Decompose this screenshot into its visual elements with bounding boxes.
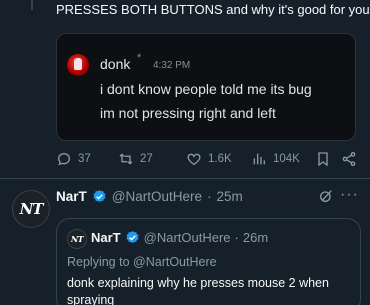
share-icon [342,152,356,166]
heart-icon [187,153,201,166]
quoted-tweet[interactable]: NT NarT @NartOutHere · 26m Replying to @… [56,218,361,305]
quoted-tweet-text: donk explaining why he presses mouse 2 w… [67,275,352,305]
replying-to: Replying to @NartOutHere [67,255,217,269]
avatar-text: NT [70,234,84,244]
replying-prefix: Replying to [67,255,130,269]
avatar-text: NT [19,200,44,218]
display-name[interactable]: NarT [56,189,87,204]
thread-connector [31,0,33,10]
analytics-icon [253,153,265,165]
retweet-icon [119,153,133,165]
quoted-tweet-header: NarT @NartOutHere · 26m [91,230,268,245]
retweet-button[interactable]: 27 [118,149,153,169]
tweet-age[interactable]: 25m [217,189,243,204]
discord-message-line: i dont know people told me its bug [100,81,312,97]
reply-icon [57,152,71,166]
verified-badge-icon [126,230,139,244]
tweet-divider [0,178,370,179]
display-name: NarT [91,230,121,245]
user-handle[interactable]: @NartOutHere [112,189,202,204]
tweet-actions: 37 27 1.6K 104K [56,149,366,169]
discord-message-line: im not pressing right and left [100,105,276,121]
quoted-text-line: spraying [67,293,115,305]
quoted-text-line: donk explaining why he presses mouse 2 w… [67,276,329,290]
separator-dot: · [207,188,212,204]
discord-username: donk [100,56,131,72]
like-button[interactable]: 1.6K [186,149,232,169]
grok-icon[interactable] [318,188,334,204]
retweet-count: 27 [140,153,153,165]
discord-timestamp: 4:32 PM [153,60,191,71]
discord-badge: * [137,52,142,64]
discord-avatar [67,54,89,76]
separator-dot: · [234,230,239,245]
tweet-media-image[interactable]: donk * 4:32 PM i dont know people told m… [56,33,356,141]
views-button[interactable]: 104K [251,149,300,169]
reply-header: NarT @NartOutHere · 25m [56,187,243,205]
more-options-icon[interactable]: ··· [340,186,359,204]
reply-count: 37 [78,153,91,165]
verified-badge-icon [93,189,106,202]
views-count: 104K [273,153,300,165]
bookmark-icon [318,152,328,167]
replying-handle[interactable]: @NartOutHere [133,255,217,269]
user-handle: @NartOutHere [143,230,231,245]
reply-button[interactable]: 37 [56,149,91,169]
avatar[interactable]: NT [12,190,50,228]
tweet-age: 26m [242,230,269,245]
like-count: 1.6K [208,153,232,165]
avatar: NT [67,229,87,249]
bookmark-button[interactable] [315,149,331,169]
share-button[interactable] [341,149,357,169]
